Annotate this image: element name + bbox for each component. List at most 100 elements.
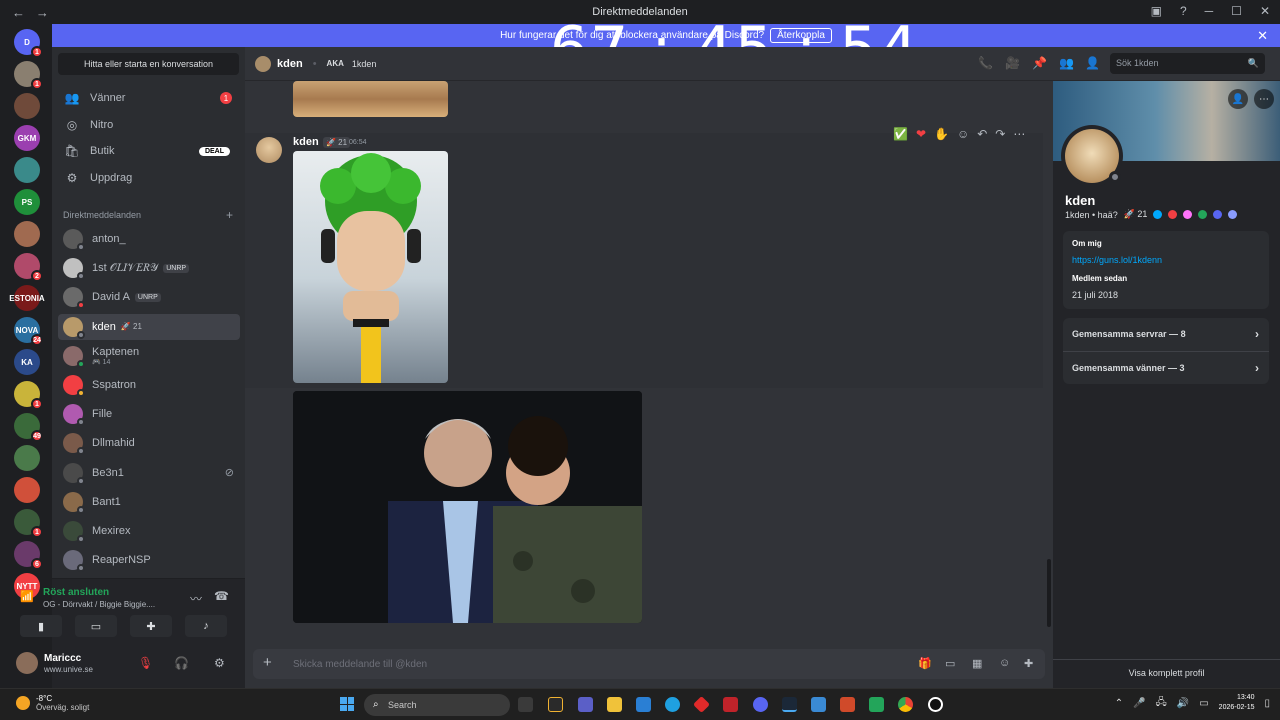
message-avatar[interactable]: [256, 137, 282, 163]
dm-item[interactable]: ReaperNSP: [58, 547, 240, 573]
image-attachment-2[interactable]: [293, 391, 642, 623]
nav-item-butik[interactable]: 🛍 Butik DEAL: [60, 138, 240, 164]
dm-item[interactable]: Be3n1 ⊘: [58, 460, 240, 486]
server-icon[interactable]: PS: [14, 189, 40, 215]
server-icon[interactable]: [14, 477, 40, 503]
message-input[interactable]: + Skicka meddelande till @kden 🎁 ▭ ▦ ☺ ✚: [253, 649, 1045, 679]
dm-item[interactable]: Fille: [58, 401, 240, 427]
nav-item-nitro[interactable]: ◎ Nitro: [60, 112, 240, 138]
chrome-icon[interactable]: [898, 697, 913, 712]
user-avatar[interactable]: [16, 652, 38, 674]
image-attachment-1[interactable]: [293, 151, 448, 383]
settings-gear-icon[interactable]: ⚙: [214, 656, 225, 670]
pin-icon[interactable]: 📌: [1032, 56, 1047, 70]
user-name[interactable]: Mariccc: [44, 653, 81, 664]
voice-channel[interactable]: OG - Dörrvakt / Biggie Biggie....: [43, 600, 178, 609]
dm-item[interactable]: Bant1: [58, 489, 240, 515]
noise-suppression-icon[interactable]: 〰: [190, 590, 202, 607]
add-friend-profile-icon[interactable]: 👤: [1228, 89, 1248, 109]
profile-toggle-icon[interactable]: 👤: [1085, 56, 1100, 70]
dm-item[interactable]: 1st 𝒪𝐿𝐼𝒱𝐸𝑅𝒴 UNRP: [58, 255, 240, 281]
sticker-icon[interactable]: ▦: [972, 657, 982, 670]
nav-item-vänner[interactable]: 👥 Vänner 1: [60, 85, 240, 111]
apps-icon[interactable]: ✚: [1024, 657, 1033, 670]
create-dm-icon[interactable]: +: [226, 208, 233, 222]
dm-item[interactable]: Kaptenen 🎮 14: [58, 343, 240, 369]
dm-item[interactable]: Sspatron: [58, 372, 240, 398]
message-author[interactable]: kden: [293, 136, 319, 148]
app-green-icon[interactable]: [869, 697, 884, 712]
voice-call-icon[interactable]: 📞: [978, 56, 993, 70]
about-link[interactable]: https://guns.lol/1kdenn: [1072, 255, 1162, 265]
screen-share-icon[interactable]: ▭: [75, 615, 117, 637]
voice-status[interactable]: Röst ansluten: [43, 587, 109, 598]
server-icon[interactable]: 6: [14, 541, 43, 570]
deafen-icon[interactable]: 🎧: [174, 656, 189, 670]
gift-icon[interactable]: 🎁: [918, 657, 932, 670]
profile-more-icon[interactable]: ⋯: [1254, 89, 1274, 109]
task-view-icon[interactable]: [518, 697, 533, 712]
more-options-icon[interactable]: ⋯: [1013, 127, 1025, 141]
video-call-icon[interactable]: 🎥: [1005, 56, 1020, 70]
tray-clock[interactable]: 13:40 2026-02-15: [1219, 693, 1255, 713]
inbox-icon[interactable]: ▣: [1151, 4, 1162, 18]
server-icon[interactable]: [14, 157, 40, 183]
help-icon[interactable]: ?: [1180, 4, 1187, 18]
badge-nitro-icon[interactable]: [1168, 210, 1178, 219]
add-reaction-icon[interactable]: ☺: [957, 127, 969, 141]
badge-dev-icon[interactable]: [1213, 210, 1223, 219]
taskbar-search[interactable]: ⌕ Search: [364, 694, 510, 716]
app-red-icon[interactable]: [693, 696, 710, 713]
windows-start-icon[interactable]: [340, 697, 354, 711]
mutual-servers-row[interactable]: Gemensamma servrar — 8 ›: [1063, 318, 1269, 350]
file-explorer-icon[interactable]: [607, 697, 622, 712]
weather-widget[interactable]: -8°C Överväg. soligt: [16, 694, 89, 712]
view-full-profile-link[interactable]: Visa komplett profil: [1053, 659, 1280, 678]
app-g-icon[interactable]: [928, 697, 943, 712]
edge-icon[interactable]: [665, 697, 680, 712]
server-icon[interactable]: NOVA 24: [14, 317, 43, 346]
app-orange-icon[interactable]: [840, 697, 855, 712]
network-icon[interactable]: 🖧: [1156, 695, 1167, 712]
server-icon[interactable]: ESTONIA: [9, 285, 45, 311]
nav-item-uppdrag[interactable]: ⚙ Uppdrag: [60, 165, 240, 191]
mute-icon[interactable]: 🎙: [138, 656, 153, 670]
reaction-check-icon[interactable]: ✅: [893, 127, 908, 141]
dm-item[interactable]: anton_: [58, 226, 240, 252]
app-blue-icon[interactable]: [811, 697, 826, 712]
app-icon[interactable]: [548, 697, 563, 712]
gif-icon[interactable]: ▭: [945, 657, 955, 670]
battery-icon[interactable]: ▭: [1199, 698, 1208, 709]
find-conversation-button[interactable]: Hitta eller starta en konversation: [58, 53, 239, 75]
maximize-button[interactable]: ☐: [1231, 4, 1242, 18]
badge-booster-icon[interactable]: [1183, 210, 1193, 219]
emoji-icon[interactable]: ☺: [999, 657, 1010, 669]
window-controls[interactable]: ▣ ? ─ ☐ ✕: [1151, 4, 1270, 18]
server-icon[interactable]: 1: [14, 61, 43, 90]
add-friend-icon[interactable]: 👥: [1059, 56, 1074, 70]
teams-icon[interactable]: [578, 697, 593, 712]
badge-hypesquad-icon[interactable]: [1153, 210, 1163, 219]
search-input[interactable]: Sök 1kden 🔍: [1110, 53, 1265, 74]
store-icon[interactable]: [636, 697, 651, 712]
reply-icon[interactable]: ↶: [977, 127, 987, 141]
forward-icon[interactable]: ↷: [995, 127, 1005, 141]
discord-icon[interactable]: [753, 697, 768, 712]
close-button[interactable]: ✕: [1260, 4, 1270, 18]
reaction-heart-icon[interactable]: ❤: [916, 127, 926, 141]
reaction-hand-icon[interactable]: ✋: [934, 127, 949, 141]
server-icon[interactable]: 49: [14, 413, 43, 442]
notification-icon[interactable]: ▯: [1264, 698, 1270, 709]
dm-item[interactable]: Mexirex: [58, 518, 240, 544]
camera-icon[interactable]: ▮: [20, 615, 62, 637]
soundboard-icon[interactable]: ♪: [185, 615, 227, 637]
dm-item[interactable]: kden 🚀 21: [58, 313, 240, 340]
image-attachment-previous[interactable]: [293, 81, 448, 117]
server-icon[interactable]: 1: [14, 509, 43, 538]
disconnect-icon[interactable]: ☎: [214, 589, 229, 603]
server-icon[interactable]: [14, 93, 40, 119]
antivirus-icon[interactable]: [723, 697, 738, 712]
server-icon[interactable]: D1: [14, 29, 43, 58]
server-icon[interactable]: 1: [14, 381, 43, 410]
server-icon[interactable]: 2: [14, 253, 43, 282]
